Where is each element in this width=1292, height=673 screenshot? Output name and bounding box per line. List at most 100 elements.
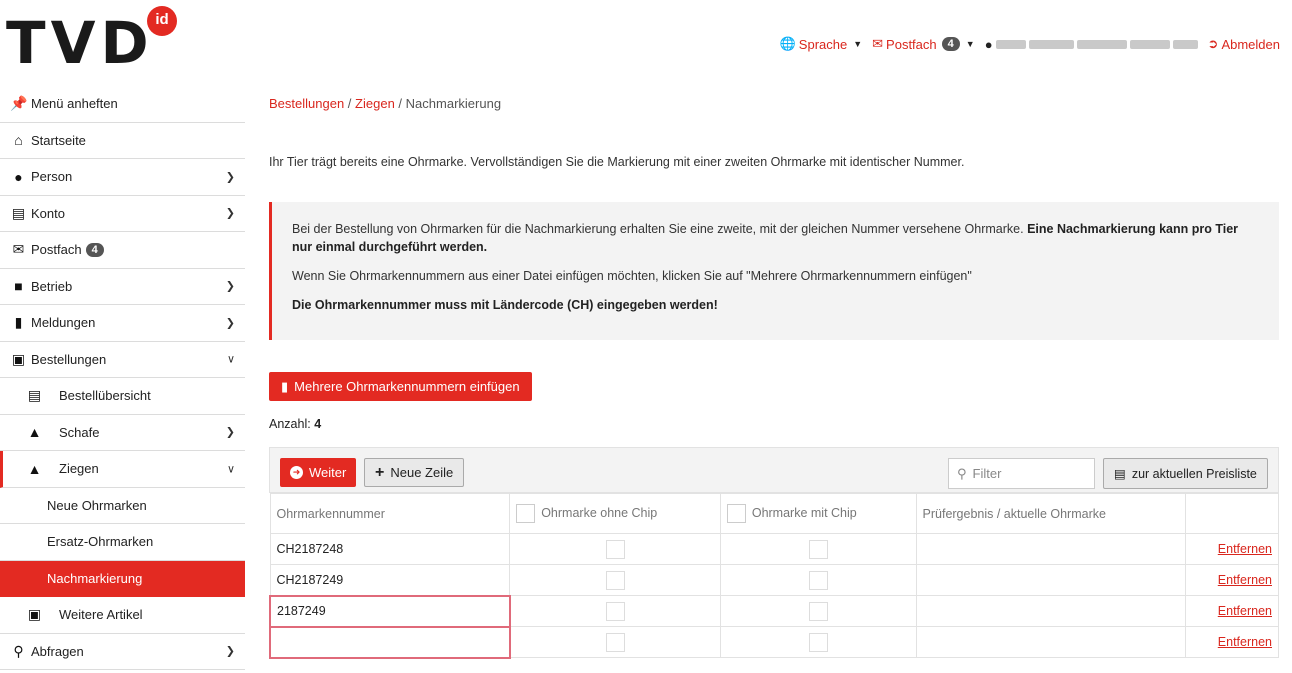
- mit-chip-cell: [719, 564, 917, 596]
- info-bold-text: Die Ohrmarkennummer muss mit Ländercode …: [292, 298, 718, 312]
- sidebar-item-bestellungen[interactable]: ▣ Bestellungen ∨: [0, 342, 245, 378]
- sidebar-item-postfach[interactable]: ✉ Postfach 4: [0, 232, 245, 269]
- sidebar-item-label: Meldungen: [31, 315, 96, 331]
- header: TVD id 🌐 Sprache ▼ ✉ Postfach 4 ▼ ● ➲ Ab…: [0, 0, 1292, 86]
- sidebar-item-meldungen[interactable]: ▮ Meldungen ❯: [0, 305, 245, 342]
- chevron-right-icon: ❯: [225, 317, 235, 330]
- insert-multiple-button[interactable]: ▮ Mehrere Ohrmarkennummern einfügen: [269, 372, 532, 401]
- sidebar-item-abfragen[interactable]: ⚲ Abfragen ❯: [0, 634, 245, 670]
- breadcrumb-separator: /: [347, 96, 352, 111]
- table-toolbar: ➜ Weiter + Neue Zeile ⚲ Filter ▤ zur akt…: [269, 447, 1279, 493]
- table-row: 2187249 Entfernen: [269, 594, 1279, 628]
- intro-text: Ihr Tier trägt bereits eine Ohrmarke. Ve…: [269, 155, 965, 169]
- ohne-chip-cell: [509, 564, 721, 596]
- clipboard-icon: ▮: [281, 378, 289, 394]
- ear-tag-number-cell[interactable]: CH2187249: [269, 564, 511, 596]
- sidebar-item-label: Betrieb: [31, 278, 73, 294]
- breadcrumb-bestellungen[interactable]: Bestellungen: [269, 96, 344, 111]
- postfach-menu[interactable]: ✉ Postfach 4 ▼: [872, 36, 975, 52]
- action-cell: Entfernen: [1185, 564, 1279, 596]
- sidebar-item-startseite[interactable]: ⌂ Startseite: [0, 123, 245, 159]
- select-all-mit-chip-checkbox[interactable]: [726, 504, 746, 523]
- ohne-chip-checkbox[interactable]: [605, 601, 625, 621]
- sidebar-item-schafe[interactable]: ▲ Schafe ❯: [0, 415, 245, 451]
- info-paragraph-2: Wenn Sie Ohrmarkennummern aus einer Date…: [292, 269, 972, 283]
- sidebar-item-nachmarkierung[interactable]: Nachmarkierung: [0, 560, 245, 597]
- result-cell: [915, 564, 1187, 596]
- price-list-button[interactable]: ▤ zur aktuellen Preisliste: [1103, 458, 1268, 489]
- ear-tag-number-cell[interactable]: 2187249: [269, 594, 511, 628]
- sidebar-item-person[interactable]: ● Person ❯: [0, 159, 245, 196]
- clipboard-icon: ▮: [14, 314, 23, 331]
- breadcrumb-ziegen[interactable]: Ziegen: [355, 96, 395, 111]
- sidebar-item-label: Ziegen: [59, 461, 99, 477]
- remove-link[interactable]: Entfernen: [1218, 604, 1272, 618]
- user-icon: ●: [984, 36, 993, 52]
- filter-input[interactable]: ⚲ Filter: [948, 458, 1095, 489]
- language-menu[interactable]: 🌐 Sprache ▼: [780, 36, 863, 52]
- postfach-count-badge: 4: [941, 37, 960, 51]
- arrow-circle-right-icon: ➜: [290, 466, 303, 479]
- logout-link[interactable]: ➲ Abmelden: [1208, 36, 1280, 52]
- person-icon: ●: [14, 168, 23, 185]
- sidebar-item-label: Nachmarkierung: [47, 570, 143, 586]
- sidebar-item-weitere-artikel[interactable]: ▣ Weitere Artikel: [0, 597, 245, 634]
- caret-down-icon: ▼: [965, 39, 975, 49]
- ear-tag-table: Ohrmarkennummer Ohrmarke ohne Chip Ohrma…: [269, 493, 1279, 659]
- remove-link[interactable]: Entfernen: [1218, 573, 1272, 587]
- mit-chip-checkbox[interactable]: [808, 570, 828, 590]
- info-text: Bei der Bestellung von Ohrmarken für die…: [292, 222, 1028, 236]
- tvd-logo[interactable]: TVD: [6, 14, 154, 72]
- action-cell: Entfernen: [1185, 595, 1279, 627]
- button-label: zur aktuellen Preisliste: [1131, 466, 1257, 481]
- sidebar-item-pin-menu[interactable]: 📌 Menü anheften: [0, 86, 245, 123]
- caret-down-icon: ▼: [853, 39, 863, 49]
- info-box: Bei der Bestellung von Ohrmarken für die…: [269, 202, 1279, 340]
- chevron-right-icon: ❯: [225, 645, 235, 658]
- envelope-icon: ✉: [872, 36, 884, 51]
- ohne-chip-checkbox[interactable]: [605, 632, 625, 652]
- weiter-button[interactable]: ➜ Weiter: [280, 458, 357, 487]
- action-cell: Entfernen: [1185, 533, 1279, 565]
- list-icon: ▤: [1114, 467, 1126, 481]
- breadcrumb: Bestellungen / Ziegen / Nachmarkierung: [269, 96, 501, 111]
- select-all-ohne-chip-checkbox[interactable]: [516, 504, 536, 523]
- mit-chip-checkbox[interactable]: [808, 632, 828, 652]
- mit-chip-checkbox[interactable]: [808, 539, 828, 559]
- pin-icon: 📌: [10, 95, 28, 112]
- header-label: Ohrmarke ohne Chip: [541, 505, 658, 520]
- sidebar-item-betrieb[interactable]: ■ Betrieb ❯: [0, 269, 245, 305]
- sidebar-item-label: Bestellungen: [31, 351, 107, 367]
- sidebar-item-ziegen[interactable]: ▲ Ziegen ∨: [0, 451, 245, 488]
- remove-link[interactable]: Entfernen: [1218, 635, 1272, 649]
- add-row-button[interactable]: + Neue Zeile: [364, 458, 465, 487]
- filter-placeholder: Filter: [972, 466, 1002, 481]
- sidebar-item-label: Bestellübersicht: [59, 388, 151, 404]
- remove-link[interactable]: Entfernen: [1218, 542, 1272, 556]
- user-name-redacted: [1172, 39, 1198, 49]
- ear-tag-number-cell[interactable]: CH2187248: [269, 533, 511, 565]
- chevron-down-icon: ∨: [226, 463, 235, 476]
- user-name-redacted: [995, 39, 1026, 49]
- ohne-chip-checkbox[interactable]: [605, 539, 625, 559]
- ear-tag-number-cell[interactable]: [269, 625, 511, 659]
- sidebar-item-label: Person: [31, 169, 73, 185]
- sidebar-item-label: Schafe: [59, 424, 100, 440]
- user-name-redacted: [1076, 39, 1127, 49]
- user-menu[interactable]: ●: [985, 37, 1198, 52]
- ohne-chip-cell: [509, 595, 721, 627]
- header-actions: [1185, 493, 1279, 534]
- button-label: Weiter: [309, 465, 347, 480]
- top-navigation: 🌐 Sprache ▼ ✉ Postfach 4 ▼ ● ➲ Abmelden: [780, 36, 1280, 52]
- ohne-chip-checkbox[interactable]: [605, 570, 625, 590]
- sidebar-item-bestelluebersicht[interactable]: ▤ Bestellübersicht: [0, 378, 245, 415]
- mit-chip-checkbox[interactable]: [808, 601, 828, 621]
- result-cell: [915, 626, 1187, 658]
- sidebar-item-neue-ohrmarken[interactable]: Neue Ohrmarken: [0, 488, 245, 524]
- account-icon: ▤: [11, 204, 26, 221]
- list-icon: ▤: [27, 387, 42, 404]
- sidebar-item-ersatz-ohrmarken[interactable]: Ersatz-Ohrmarken: [0, 524, 245, 561]
- sign-out-icon: ➲: [1207, 36, 1219, 51]
- sidebar-item-konto[interactable]: ▤ Konto ❯: [0, 196, 245, 232]
- table-header-row: Ohrmarkennummer Ohrmarke ohne Chip Ohrma…: [269, 493, 1279, 534]
